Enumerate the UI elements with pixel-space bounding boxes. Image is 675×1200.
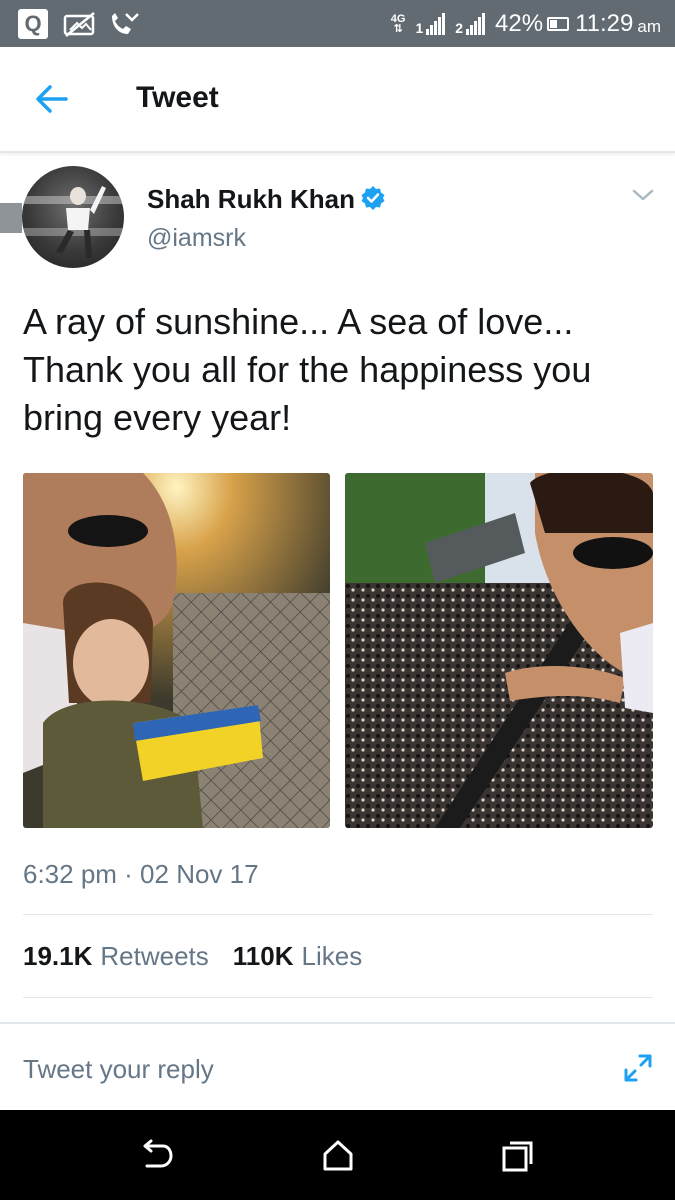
tweet-timestamp: 6:32 pm · 02 Nov 17 — [23, 859, 259, 889]
battery-percent: 42% — [495, 9, 544, 37]
status-bar-notifications: Q — [18, 9, 150, 39]
reply-bar — [0, 1022, 675, 1110]
nav-recents-icon[interactable] — [498, 1136, 538, 1176]
app-screen: Q 4G ⇅ 1 2 42% 11:29 am Tweet Shah Rukh … — [0, 0, 675, 1200]
author-handle[interactable]: @iamsrk — [147, 224, 246, 253]
tweet-stats: 19.1K Retweets 110K Likes — [23, 941, 386, 972]
retweets-label: Retweets — [100, 941, 209, 971]
divider — [23, 997, 653, 998]
expand-icon[interactable] — [622, 1052, 654, 1084]
clock-time: 11:29 — [575, 9, 634, 37]
edge-tab[interactable] — [0, 203, 22, 233]
arrow-left-icon[interactable] — [30, 81, 74, 117]
nav-back-icon[interactable] — [137, 1136, 177, 1176]
retweets-stat[interactable]: 19.1K Retweets — [23, 941, 209, 972]
clock-ampm: am — [637, 16, 661, 36]
quora-notification-icon: Q — [18, 9, 48, 39]
image-notification-icon — [63, 12, 95, 37]
verified-badge-icon — [361, 186, 385, 210]
likes-stat[interactable]: 110K Likes — [233, 941, 362, 972]
author-name[interactable]: Shah Rukh Khan — [147, 184, 355, 215]
tweet-photo-2[interactable] — [345, 473, 653, 828]
sim2-signal-icon: 2 — [455, 12, 486, 35]
tweet-photo-1[interactable] — [23, 473, 330, 828]
retweets-count: 19.1K — [23, 941, 93, 971]
likes-count: 110K — [232, 941, 294, 971]
likes-label: Likes — [301, 941, 363, 971]
missed-call-icon — [112, 13, 139, 34]
tweet-text: A ray of sunshine... A sea of love... Th… — [23, 301, 592, 438]
battery-icon — [547, 16, 570, 31]
sim1-signal-icon: 1 — [415, 12, 446, 35]
chevron-down-icon[interactable] — [630, 186, 656, 204]
reply-input[interactable] — [23, 1052, 603, 1086]
divider — [23, 914, 653, 915]
network-indicator: 4G ⇅ — [390, 12, 406, 35]
status-bar: Q 4G ⇅ 1 2 42% 11:29 am — [0, 0, 675, 47]
status-bar-system: 4G ⇅ 1 2 42% 11:29 am — [391, 0, 661, 47]
nav-home-icon[interactable] — [318, 1136, 358, 1176]
page-title: Tweet — [136, 81, 219, 114]
app-header: Tweet — [0, 47, 675, 153]
system-nav-bar — [0, 1110, 675, 1200]
avatar[interactable] — [22, 166, 124, 268]
